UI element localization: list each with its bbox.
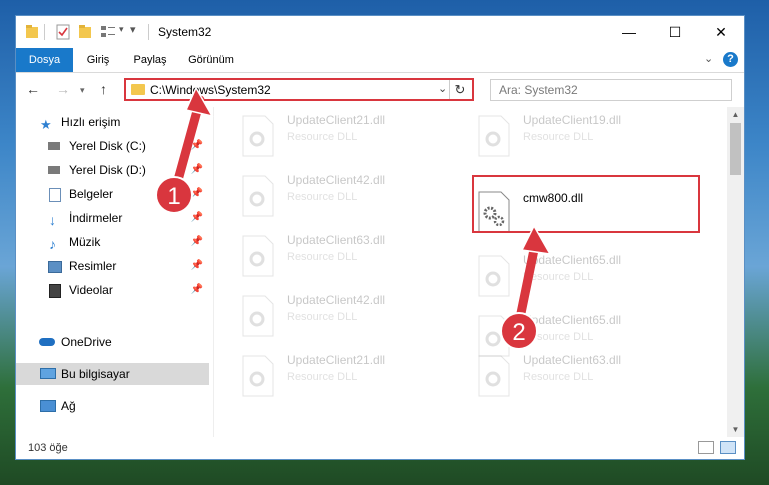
arrow-1-head xyxy=(184,86,214,118)
step-marker-2: 2 xyxy=(500,312,538,350)
annotation-arrows xyxy=(173,86,552,323)
arrow-2-head xyxy=(520,224,552,255)
step-marker-1: 1 xyxy=(155,176,193,214)
